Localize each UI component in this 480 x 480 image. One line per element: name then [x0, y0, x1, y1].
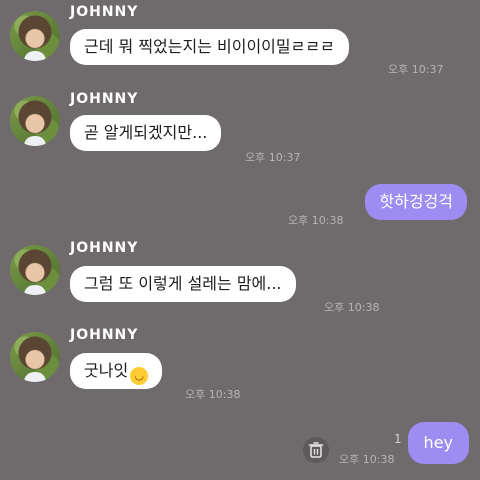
avatar[interactable] [10, 11, 60, 61]
sender-name: JOHNNY [70, 91, 139, 107]
message-bubble[interactable]: 근데 뭐 찍었는지는 비이이이밀ㄹㄹㄹ [70, 29, 349, 65]
avatar[interactable] [10, 332, 60, 382]
message-bubble[interactable]: 곧 알게되겠지만... [70, 115, 222, 151]
message-time: 오후 10:38 [185, 388, 241, 401]
message-bubble[interactable]: 그럼 또 이렇게 설레는 맘에... [70, 266, 296, 302]
message-time: 오후 10:38 [288, 214, 344, 227]
my-message-bubble[interactable]: 핫하겅겅걱 [365, 184, 467, 220]
wink-smile-emoji: ◡ [130, 367, 149, 385]
message-text: 굿나잇 [84, 361, 129, 380]
sender-name: JOHNNY [70, 4, 139, 20]
sender-name: JOHNNY [70, 327, 139, 343]
avatar[interactable] [10, 96, 60, 146]
message-bubble[interactable]: 굿나잇 ◡ [70, 353, 163, 389]
message-time: 오후 10:38 [324, 301, 380, 314]
avatar[interactable] [10, 245, 60, 295]
message-time: 오후 10:37 [245, 151, 301, 164]
message-time: 오후 10:38 [339, 453, 395, 466]
trash-icon[interactable] [303, 437, 329, 463]
my-message-bubble[interactable]: hey [407, 422, 469, 464]
unread-count: 1 [394, 432, 402, 446]
message-time: 오후 10:37 [388, 63, 444, 76]
sender-name: JOHNNY [70, 240, 139, 256]
